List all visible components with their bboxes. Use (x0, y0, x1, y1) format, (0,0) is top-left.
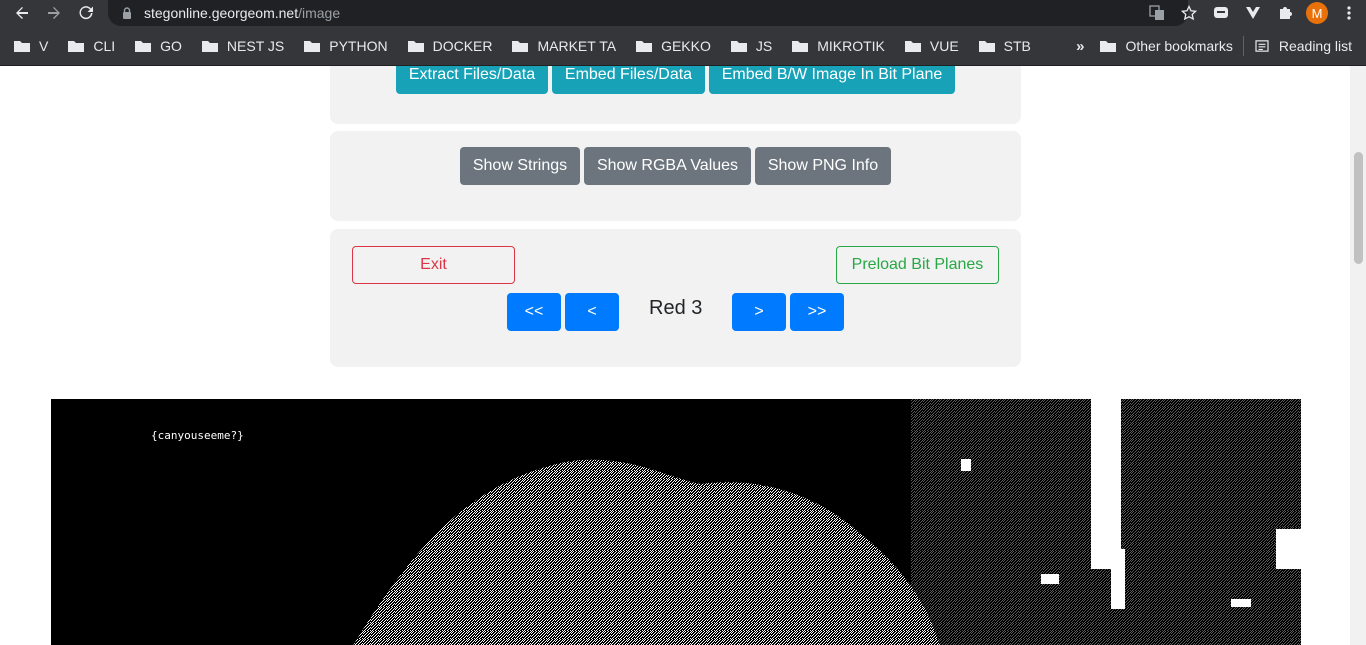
folder-icon (1100, 41, 1117, 52)
divider (1242, 36, 1244, 56)
extension-vue-icon[interactable] (1242, 2, 1264, 24)
bookmark-label: GEKKO (661, 37, 711, 54)
bookmark-folder[interactable]: NEST JS (201, 37, 285, 54)
bookmark-label: DOCKER (432, 37, 493, 54)
folder-icon (904, 40, 921, 52)
url-path: /image (298, 5, 341, 21)
next-plane-button[interactable]: > (732, 293, 786, 331)
folder-icon (730, 40, 747, 52)
preload-bit-planes-button[interactable]: Preload Bit Planes (836, 246, 999, 284)
folder-icon (792, 40, 809, 52)
bookmark-folder[interactable]: GO (135, 38, 182, 54)
bookmark-label: STB (1003, 37, 1031, 54)
puzzle-icon[interactable] (1274, 2, 1296, 24)
bookmark-folder[interactable]: V (14, 38, 48, 54)
star-icon[interactable] (1178, 2, 1200, 24)
extract-files-button[interactable]: Extract Files/Data (396, 66, 548, 94)
bookmark-folder[interactable]: DOCKER (407, 37, 493, 54)
address-bar[interactable]: stegonline.georgeom.net/image (108, 0, 1188, 26)
bookmark-folder[interactable]: JS (730, 37, 773, 54)
page-scrollbar[interactable] (1350, 66, 1366, 645)
bit-plane-image: {canyouseeme?} (51, 399, 1301, 645)
bookmark-label: MARKET TA (537, 37, 617, 54)
bookmark-folder[interactable]: CLI (68, 38, 115, 54)
hidden-flag-text: {canyouseeme?} (151, 429, 244, 442)
bookmark-folder[interactable]: MIKROTIK (792, 38, 885, 54)
show-strings-button[interactable]: Show Strings (460, 147, 580, 185)
reload-icon[interactable] (72, 0, 100, 26)
bookmarks-bar: V CLI GO NEST JS PYTHON DOCKER MARKET TA… (0, 26, 1366, 66)
url-host: stegonline.georgeom.net (144, 5, 299, 21)
bookmark-label: NEST JS (226, 37, 285, 54)
page-viewport: Extract Files/Data Embed Files/Data Embe… (0, 66, 1350, 645)
show-rgba-button[interactable]: Show RGBA Values (584, 147, 751, 185)
previous-plane-button[interactable]: < (565, 293, 619, 331)
extension-chat-icon[interactable] (1210, 2, 1232, 24)
other-bookmarks[interactable]: Other bookmarks (1100, 38, 1233, 54)
last-plane-button[interactable]: >> (790, 293, 844, 331)
bookmark-folder[interactable]: VUE (904, 37, 959, 54)
folder-icon (407, 40, 424, 52)
bookmark-label: VUE (929, 37, 959, 54)
bookmarks-overflow-button[interactable]: » (1076, 38, 1084, 55)
first-plane-button[interactable]: << (507, 293, 561, 331)
extract-embed-card: Extract Files/Data Embed Files/Data Embe… (330, 66, 1021, 124)
bit-plane-browser-card: Exit Preload Bit Planes << < Red 3 > >> (330, 229, 1021, 367)
kebab-menu-icon[interactable] (1338, 2, 1360, 24)
show-png-info-button[interactable]: Show PNG Info (755, 147, 891, 185)
translate-icon[interactable] (1146, 2, 1168, 24)
bookmark-folder[interactable]: GEKKO (636, 38, 711, 54)
lock-icon (123, 7, 131, 19)
bookmark-label: JS (755, 37, 773, 54)
folder-icon (201, 40, 218, 52)
forward-icon[interactable] (40, 0, 68, 26)
bookmark-label: MIKROTIK (817, 37, 885, 54)
exit-button[interactable]: Exit (352, 246, 515, 284)
bookmark-label: PYTHON (329, 37, 388, 54)
folder-icon (636, 40, 653, 52)
embed-files-button[interactable]: Embed Files/Data (552, 66, 705, 94)
reading-list-icon (1255, 40, 1269, 52)
bookmark-folder[interactable]: PYTHON (304, 37, 388, 54)
bookmark-folder[interactable]: STB (978, 37, 1031, 54)
bookmark-label: V (39, 37, 49, 54)
bookmark-label: CLI (93, 37, 116, 54)
reading-list-label: Reading list (1278, 38, 1352, 54)
other-bookmarks-label: Other bookmarks (1125, 38, 1233, 54)
current-plane-label: Red 3 (649, 297, 703, 319)
back-icon[interactable] (8, 0, 36, 26)
folder-icon (14, 40, 30, 52)
folder-icon (978, 40, 995, 52)
reading-list[interactable]: Reading list (1254, 38, 1352, 54)
scrollbar-thumb[interactable] (1354, 152, 1363, 264)
folder-icon (68, 40, 85, 52)
browser-toolbar: stegonline.georgeom.net/image M (0, 0, 1366, 26)
bookmark-folder[interactable]: MARKET TA (512, 38, 616, 54)
folder-icon (512, 40, 529, 52)
embed-bw-image-button[interactable]: Embed B/W Image In Bit Plane (709, 66, 955, 94)
folder-icon (135, 40, 152, 52)
info-card: Show Strings Show RGBA Values Show PNG I… (330, 131, 1021, 221)
bookmark-label: GO (160, 37, 182, 54)
profile-avatar[interactable]: M (1306, 2, 1328, 24)
folder-icon (304, 40, 321, 52)
